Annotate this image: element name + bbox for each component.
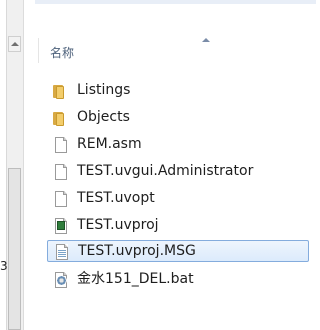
file-name: TEST.uvopt xyxy=(77,190,155,206)
file-row[interactable]: REM.asm xyxy=(47,134,309,156)
file-name: TEST.uvproj xyxy=(77,217,159,233)
file-name: TEST.uvproj.MSG xyxy=(78,243,196,259)
toolbar-edge xyxy=(35,0,316,4)
file-row[interactable]: 金水151_DEL.bat xyxy=(47,269,309,291)
scroll-up-arrow-icon xyxy=(11,42,19,46)
file-name: TEST.uvgui.Administrator xyxy=(77,163,254,179)
navigation-pane: 3 xyxy=(0,0,24,330)
sort-ascending-icon xyxy=(202,38,210,42)
column-header-row xyxy=(35,38,316,63)
navigation-cutoff-text: 3 xyxy=(0,259,8,273)
file-icon xyxy=(53,191,69,207)
file-name: REM.asm xyxy=(77,136,142,152)
file-row-selected[interactable]: TEST.uvproj.MSG xyxy=(47,240,309,262)
file-icon xyxy=(53,164,69,180)
file-row[interactable]: TEST.uvopt xyxy=(47,188,309,210)
uvproj-file-icon xyxy=(53,218,69,234)
folder-icon xyxy=(53,83,69,99)
navigation-scrollbar-thumb[interactable] xyxy=(8,168,21,330)
folder-icon xyxy=(53,110,69,126)
text-document-icon xyxy=(54,244,70,260)
file-row[interactable]: TEST.uvgui.Administrator xyxy=(47,161,309,183)
file-row[interactable]: TEST.uvproj xyxy=(47,215,309,237)
file-row[interactable]: Listings xyxy=(47,80,309,102)
file-name: 金水151_DEL.bat xyxy=(77,271,194,287)
file-name: Objects xyxy=(77,109,130,125)
batch-file-icon xyxy=(53,272,69,288)
file-icon xyxy=(53,137,69,153)
file-name: Listings xyxy=(77,82,131,98)
column-separator[interactable] xyxy=(38,38,39,63)
file-row[interactable]: Objects xyxy=(47,107,309,129)
column-header-name[interactable]: 名称 xyxy=(50,44,74,61)
